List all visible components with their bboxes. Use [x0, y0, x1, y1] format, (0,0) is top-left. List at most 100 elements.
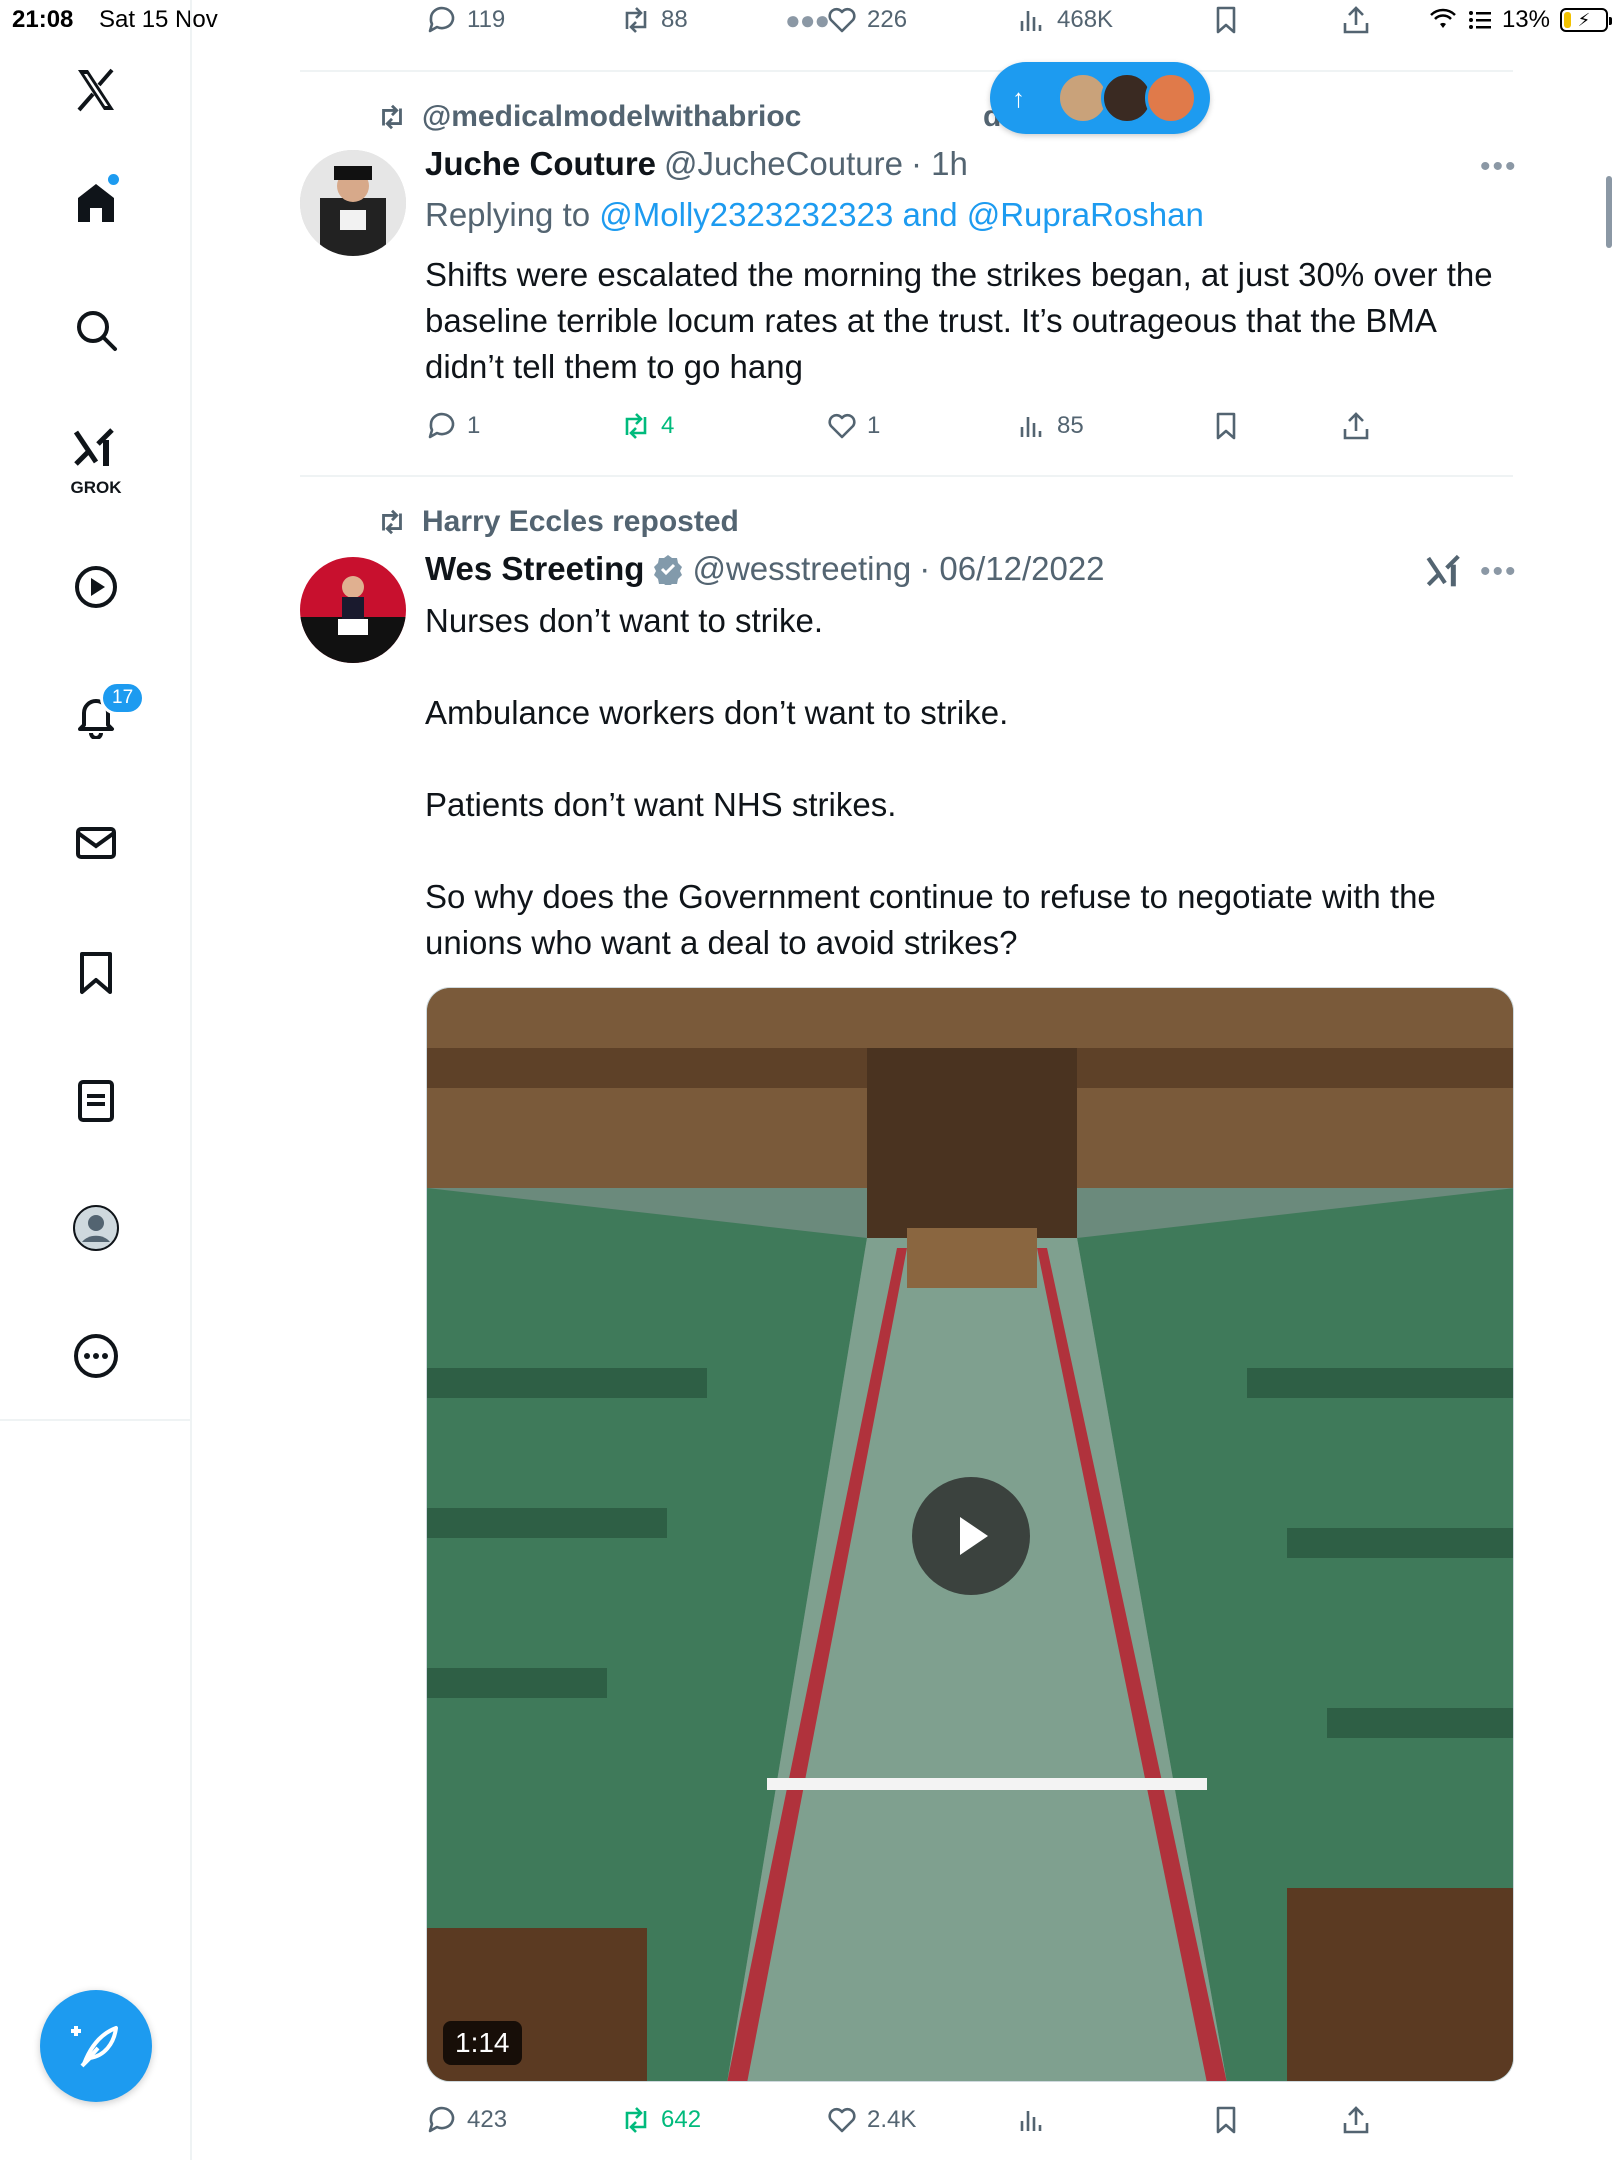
tweet2-text: Nurses don’t want to strike. Ambulance w…	[425, 602, 1436, 961]
tweet2-share-button[interactable]	[1339, 2096, 1373, 2144]
share-icon	[1343, 2106, 1369, 2134]
more-options-icon[interactable]	[66, 1326, 126, 1386]
more-dots-icon[interactable]: ●●●	[785, 0, 830, 44]
tweet2-author-name[interactable]: Wes Streeting	[425, 550, 644, 588]
tweet1-author-handle[interactable]: @JucheCouture	[664, 145, 903, 183]
video-play-button[interactable]	[912, 1477, 1030, 1595]
tweet1-reply-count: 1	[467, 412, 481, 439]
bookmarks-icon[interactable]	[66, 942, 126, 1002]
verified-badge-icon	[654, 555, 683, 585]
like-count: 226	[867, 6, 908, 33]
heart-icon	[828, 7, 856, 33]
tweet1-like-button[interactable]: 1	[825, 402, 880, 450]
bookmark-button[interactable]	[1209, 0, 1243, 44]
repost-context-icon	[382, 509, 402, 535]
x-logo-icon[interactable]	[66, 60, 126, 120]
reply-icon	[428, 6, 455, 33]
grok-icon[interactable]	[66, 420, 126, 480]
repost-context-icon	[382, 104, 402, 130]
replying-prefix: Replying to	[425, 196, 591, 233]
tweet2-context-text[interactable]: Harry Eccles reposted	[422, 505, 739, 539]
tweet-divider	[300, 475, 1513, 477]
tweet1-share-button[interactable]	[1339, 402, 1373, 450]
previous-tweet-actions: 119 88 ●●● 226 468K	[425, 0, 1425, 44]
repost-icon	[625, 2107, 647, 2133]
messages-mail-icon[interactable]	[66, 813, 126, 873]
heart-icon	[828, 2107, 856, 2133]
tweet2-bookmark-button[interactable]	[1209, 2096, 1243, 2144]
tweet2-time: · 06/12/2022	[919, 550, 1105, 587]
nav-separator	[0, 1419, 192, 1421]
like-button[interactable]: 226	[825, 0, 907, 44]
scrollbar-thumb[interactable]	[1606, 176, 1612, 248]
timeline-feed: 119 88 ●●● 226 468K @medicalmodelwithabr…	[193, 0, 1620, 2160]
tweet1-like-count: 1	[867, 412, 881, 439]
tweet2-repost-button[interactable]: 642	[619, 2096, 701, 2144]
tweet-divider	[300, 70, 1513, 72]
tweet1-author-name[interactable]: Juche Couture	[425, 145, 656, 183]
bookmark-icon	[1216, 6, 1236, 34]
compose-post-button[interactable]	[40, 1990, 152, 2102]
tweet1-repost-button[interactable]: 4	[619, 402, 674, 450]
tweet2-video[interactable]: 1:14	[426, 987, 1514, 2082]
share-icon	[1343, 412, 1369, 440]
bookmark-icon	[1216, 2106, 1236, 2134]
tweet1-bookmark-button[interactable]	[1209, 402, 1243, 450]
tweet2-views-button[interactable]	[1015, 2096, 1057, 2144]
compose-feather-icon	[71, 2026, 118, 2068]
share-button[interactable]	[1339, 0, 1373, 44]
video-duration: 1:14	[443, 2021, 522, 2065]
new-posts-pill[interactable]: ↑	[990, 62, 1210, 134]
views-chart-icon	[1020, 11, 1042, 31]
tweet1-time: · 1h	[911, 145, 968, 182]
tweet2-avatar[interactable]	[300, 557, 406, 663]
reply-button[interactable]: 119	[425, 0, 505, 44]
grok-label: GROK	[70, 478, 122, 497]
pill-avatar-3	[1145, 72, 1197, 124]
tweet1-views-button[interactable]: 85	[1015, 402, 1084, 450]
tweet2-reply-count: 423	[467, 2106, 508, 2133]
heart-icon	[828, 413, 856, 439]
repost-icon	[625, 7, 647, 33]
tweet1-context: @medicalmodelwithabrioc	[376, 100, 801, 134]
home-unread-dot	[108, 174, 119, 185]
arrow-up-icon: ↑	[1012, 82, 1025, 113]
bookmark-icon	[1216, 412, 1236, 440]
tweet2-reply-button[interactable]: 423	[425, 2096, 507, 2144]
views-count: 468K	[1057, 6, 1114, 33]
reply-count: 119	[467, 6, 506, 33]
tweet1-context-text: @medicalmodelwithabrioc	[422, 100, 802, 133]
left-nav: GROK 17	[0, 0, 192, 2160]
tweet2-more-icon[interactable]: •••	[1480, 555, 1518, 589]
search-icon[interactable]	[66, 300, 126, 360]
tweet2-like-count: 2.4K	[867, 2106, 917, 2133]
tweet2-like-button[interactable]: 2.4K	[825, 2096, 916, 2144]
profile-avatar-icon[interactable]	[66, 1198, 126, 1258]
tweet2-author-handle[interactable]: @wesstreeting	[692, 550, 911, 588]
tweet1-replying-to: Replying to @Molly2323232323 and @RupraR…	[425, 196, 1204, 234]
notifications-bell-icon[interactable]: 17	[66, 681, 146, 745]
lists-icon[interactable]	[66, 1070, 126, 1130]
play-icon	[960, 1517, 988, 1555]
tweet1-repost-count: 4	[661, 412, 675, 439]
tweet2-header: Wes Streeting @wesstreeting · 06/12/2022	[425, 550, 1105, 588]
views-chart-icon	[1020, 2111, 1042, 2131]
tweet2-repost-count: 642	[661, 2106, 702, 2133]
tweet1-reply-button[interactable]: 1	[425, 402, 480, 450]
notifications-badge: 17	[100, 681, 146, 715]
tweet1-text: Shifts were escalated the morning the st…	[425, 256, 1502, 385]
reply-icon	[428, 2106, 455, 2133]
home-icon[interactable]	[66, 172, 126, 232]
repost-button[interactable]: 88	[619, 0, 688, 44]
reply-icon	[428, 412, 455, 439]
tweet1-header: Juche Couture @JucheCouture · 1h	[425, 145, 968, 183]
tweet1-avatar[interactable]	[300, 150, 406, 256]
replying-to-users-link[interactable]: @Molly2323232323 and @RupraRoshan	[599, 196, 1204, 233]
views-button[interactable]: 468K	[1015, 0, 1113, 44]
tweet2-context: Harry Eccles reposted	[376, 505, 739, 539]
tweet1-actions: 1 4 1 85	[425, 402, 1425, 450]
video-play-icon[interactable]	[66, 557, 126, 617]
grok-explain-icon[interactable]	[1425, 553, 1465, 598]
tweet1-views-count: 85	[1057, 412, 1084, 439]
tweet1-more-icon[interactable]: •••	[1480, 150, 1518, 184]
